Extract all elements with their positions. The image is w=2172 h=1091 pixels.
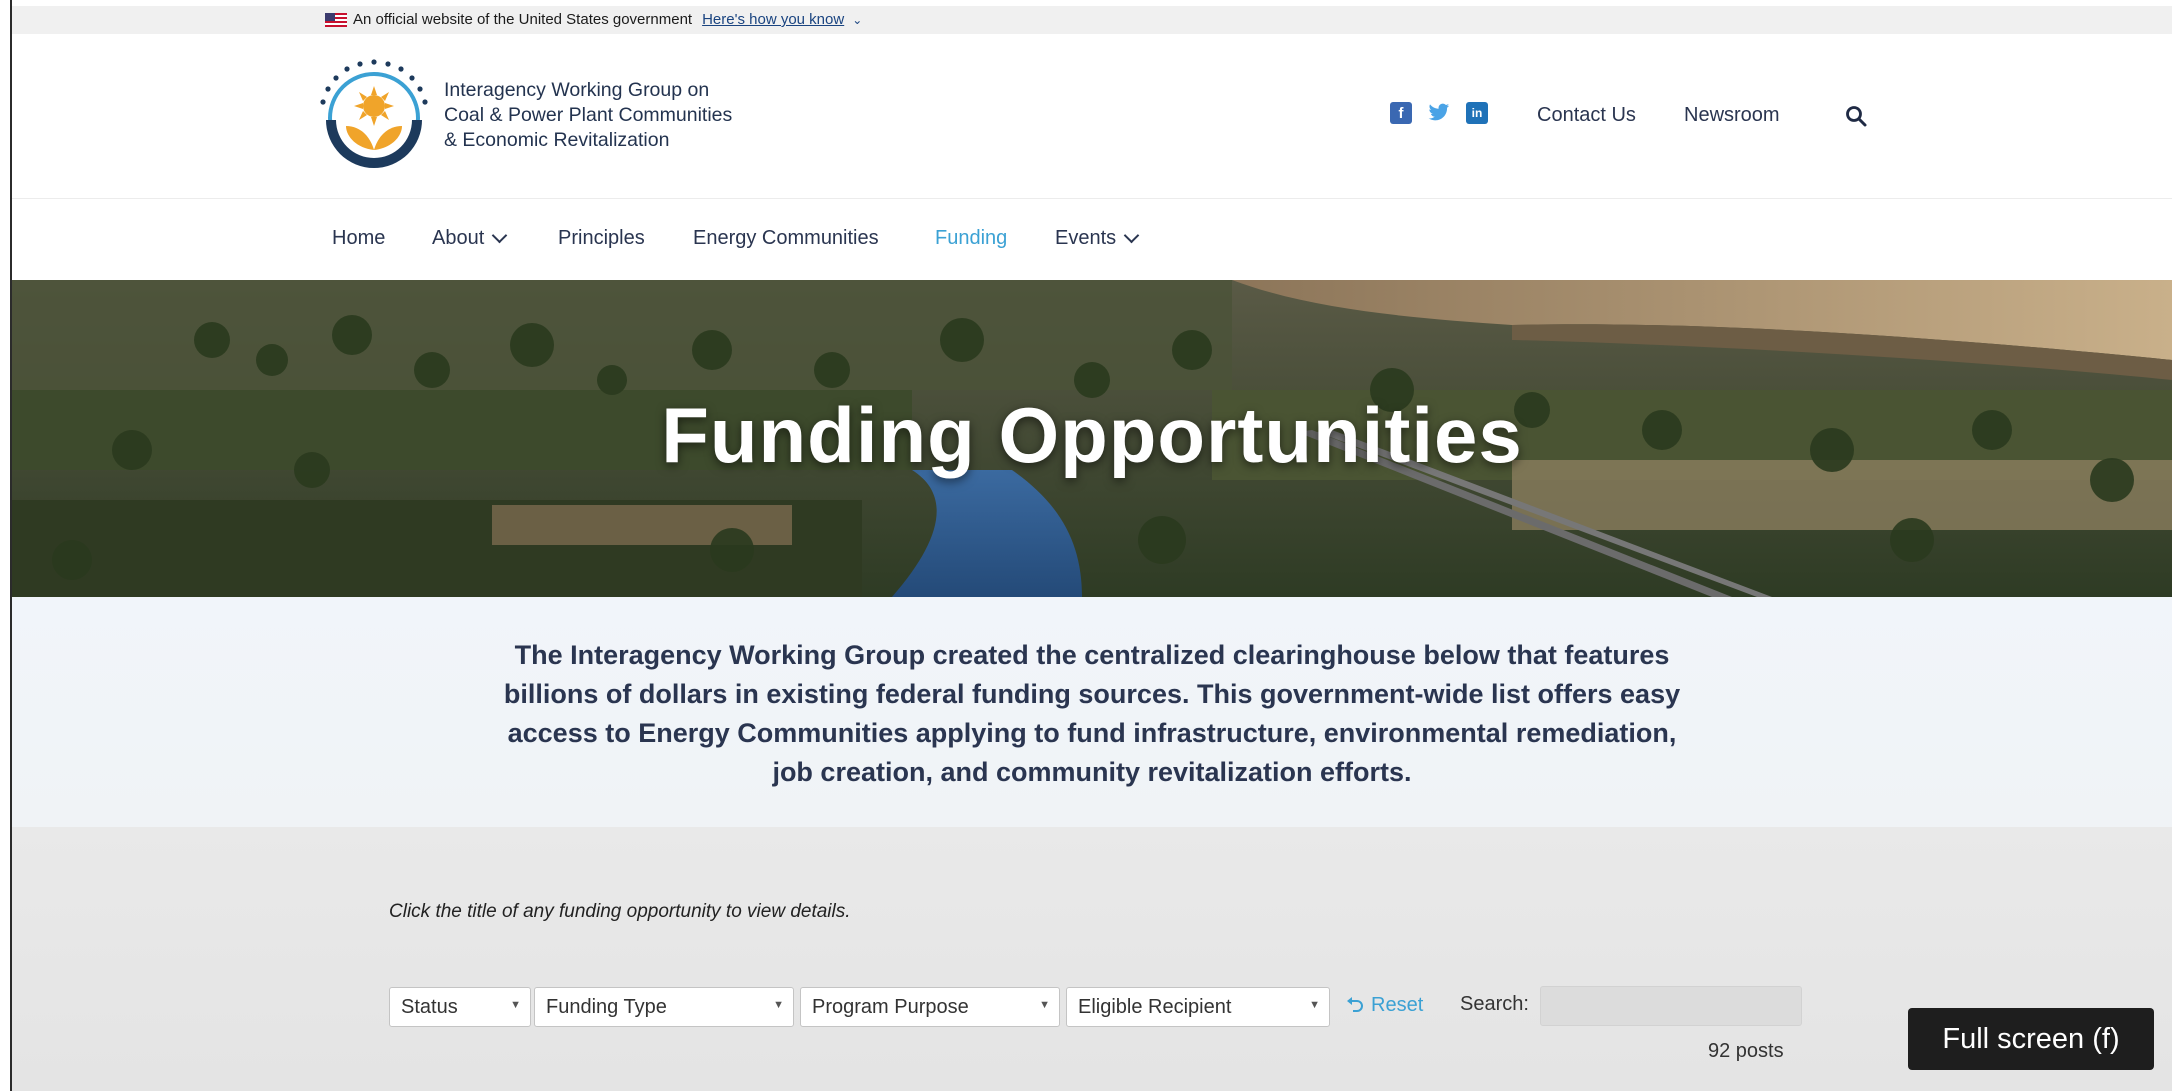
- nav-home[interactable]: Home: [332, 227, 385, 250]
- reset-button[interactable]: Reset: [1345, 994, 1423, 1017]
- nav-funding-label: Funding: [935, 227, 1008, 249]
- main-nav: Home About Principles Energy Communities…: [12, 200, 2172, 280]
- social-links: f in: [1390, 102, 1488, 124]
- facebook-icon[interactable]: f: [1390, 102, 1412, 124]
- reset-label: Reset: [1371, 994, 1424, 1016]
- search-label: Search:: [1460, 993, 1529, 1015]
- nav-events-label: Events: [1055, 227, 1117, 249]
- funding-type-select-value: Funding Type: [546, 996, 667, 1018]
- search-icon[interactable]: [1844, 104, 1868, 128]
- header-divider: [12, 198, 2172, 199]
- nav-energy-communities-label: Energy Communities: [693, 227, 879, 249]
- chevron-down-icon: [1123, 227, 1140, 244]
- gov-banner: An official website of the United States…: [12, 6, 2172, 34]
- filters-hint: Click the title of any funding opportuni…: [389, 901, 851, 922]
- hero-banner: Funding Opportunities: [12, 280, 2172, 597]
- nav-home-label: Home: [332, 227, 386, 249]
- page: An official website of the United States…: [12, 0, 2172, 1091]
- heres-how-you-know-link[interactable]: Here's how you know: [702, 11, 844, 28]
- funding-filters: Click the title of any funding opportuni…: [12, 827, 2172, 1091]
- fullscreen-tooltip: Full screen (f): [1908, 1008, 2154, 1070]
- caret-down-icon: ▼: [1039, 999, 1050, 1011]
- nav-events[interactable]: Events: [1055, 227, 1140, 250]
- window-left-border: [0, 0, 12, 1091]
- program-purpose-select-value: Program Purpose: [812, 996, 969, 1018]
- caret-down-icon: ▼: [510, 999, 521, 1011]
- intro-section: The Interagency Working Group created th…: [12, 597, 2172, 827]
- nav-principles[interactable]: Principles: [558, 227, 645, 250]
- twitter-icon[interactable]: [1428, 102, 1450, 124]
- org-name[interactable]: Interagency Working Group on Coal & Powe…: [444, 78, 732, 153]
- search-input[interactable]: [1540, 986, 1802, 1026]
- logo-icon[interactable]: [312, 56, 436, 180]
- undo-icon: [1347, 996, 1363, 1012]
- us-flag-icon: [325, 12, 347, 27]
- chevron-down-icon[interactable]: ⌄: [852, 13, 862, 27]
- newsroom-link[interactable]: Newsroom: [1684, 104, 1780, 127]
- page-title: Funding Opportunities: [661, 391, 1523, 479]
- org-name-line: Coal & Power Plant Communities: [444, 104, 733, 126]
- posts-count: 92 posts: [1708, 1040, 1784, 1062]
- nav-energy-communities[interactable]: Energy Communities: [693, 227, 879, 250]
- gov-banner-text: An official website of the United States…: [353, 11, 693, 28]
- org-name-line: & Economic Revitalization: [444, 129, 670, 151]
- nav-principles-label: Principles: [558, 227, 645, 249]
- site-header: Interagency Working Group on Coal & Powe…: [12, 34, 2172, 200]
- eligible-recipient-select-value: Eligible Recipient: [1078, 996, 1232, 1018]
- intro-text: The Interagency Working Group created th…: [503, 640, 1681, 787]
- nav-about-label: About: [432, 227, 485, 249]
- contact-us-link[interactable]: Contact Us: [1537, 104, 1636, 127]
- chevron-down-icon: [491, 227, 508, 244]
- caret-down-icon: ▼: [1309, 999, 1320, 1011]
- program-purpose-select[interactable]: Program Purpose ▼: [800, 987, 1060, 1027]
- eligible-recipient-select[interactable]: Eligible Recipient ▼: [1066, 987, 1330, 1027]
- nav-funding[interactable]: Funding: [935, 227, 1007, 250]
- linkedin-icon[interactable]: in: [1466, 102, 1488, 124]
- status-select[interactable]: Status ▼: [389, 987, 531, 1027]
- nav-about[interactable]: About: [432, 227, 508, 250]
- status-select-value: Status: [401, 996, 458, 1018]
- funding-type-select[interactable]: Funding Type ▼: [534, 987, 794, 1027]
- caret-down-icon: ▼: [773, 999, 784, 1011]
- org-name-line: Interagency Working Group on: [444, 79, 710, 101]
